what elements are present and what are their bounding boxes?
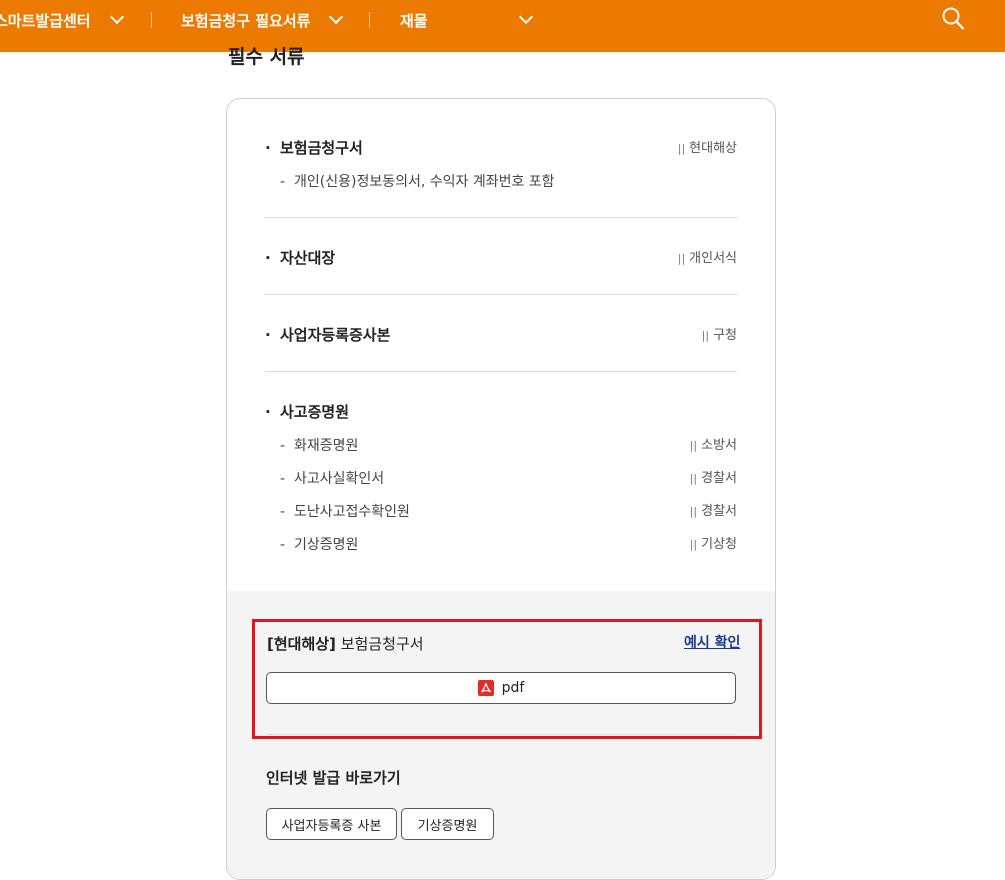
chevron-down-icon[interactable] — [109, 9, 125, 25]
highlight-box — [252, 619, 762, 739]
document-title: 사고증명원 — [280, 403, 350, 421]
nav-item-property[interactable]: 재물 — [400, 0, 428, 40]
nav-divider — [369, 12, 370, 28]
document-subitem: - 화재증명원 — [280, 438, 359, 454]
nav-item-smart-center[interactable]: 스마트발급센터 — [0, 0, 91, 40]
page-title: 필수 서류 — [228, 46, 305, 68]
divider — [265, 371, 737, 372]
document-item: · 보험금청구서 — [265, 139, 363, 157]
document-issuer: || 구청 — [701, 328, 737, 343]
search-icon[interactable] — [942, 7, 964, 31]
required-documents-card: · 보험금청구서 || 현대해상 - 개인(신용)정보동의서, 수익자 계좌번호 포함… — [226, 98, 776, 880]
divider — [265, 294, 737, 295]
document-title: 보험금청구서 — [280, 139, 363, 157]
document-item: · 자산대장 — [265, 249, 336, 267]
document-subitem: - 기상증명원 — [280, 537, 359, 553]
document-title: 자산대장 — [280, 249, 336, 267]
weather-certificate-button[interactable]: 기상증명원 — [401, 808, 494, 840]
document-subitem: - 개인(신용)정보동의서, 수익자 계좌번호 포함 — [280, 174, 555, 190]
document-issuer: || 경찰서 — [689, 471, 737, 486]
chevron-down-icon[interactable] — [518, 9, 534, 25]
quick-links-title: 인터넷 발급 바로가기 — [266, 769, 401, 787]
divider — [265, 217, 737, 218]
chevron-down-icon[interactable] — [328, 9, 344, 25]
document-issuer: || 현대해상 — [677, 141, 737, 156]
business-registration-button[interactable]: 사업자등록증 사본 — [266, 808, 397, 840]
document-subitem: - 사고사실확인서 — [280, 471, 385, 487]
document-item: · 사업자등록증사본 — [265, 326, 391, 344]
document-subitem: - 도난사고접수확인원 — [280, 504, 410, 520]
document-item: · 사고증명원 — [265, 403, 350, 421]
nav-item-claim-docs[interactable]: 보험금청구 필요서류 — [181, 0, 310, 40]
document-title: 사업자등록증사본 — [280, 326, 391, 344]
top-nav-bar: 스마트발급센터 보험금청구 필요서류 재물 — [0, 0, 1005, 52]
document-issuer: || 기상청 — [689, 537, 737, 552]
nav-divider — [151, 12, 152, 28]
document-issuer: || 개인서식 — [677, 251, 737, 266]
document-issuer: || 경찰서 — [689, 504, 737, 519]
document-issuer: || 소방서 — [689, 438, 737, 453]
